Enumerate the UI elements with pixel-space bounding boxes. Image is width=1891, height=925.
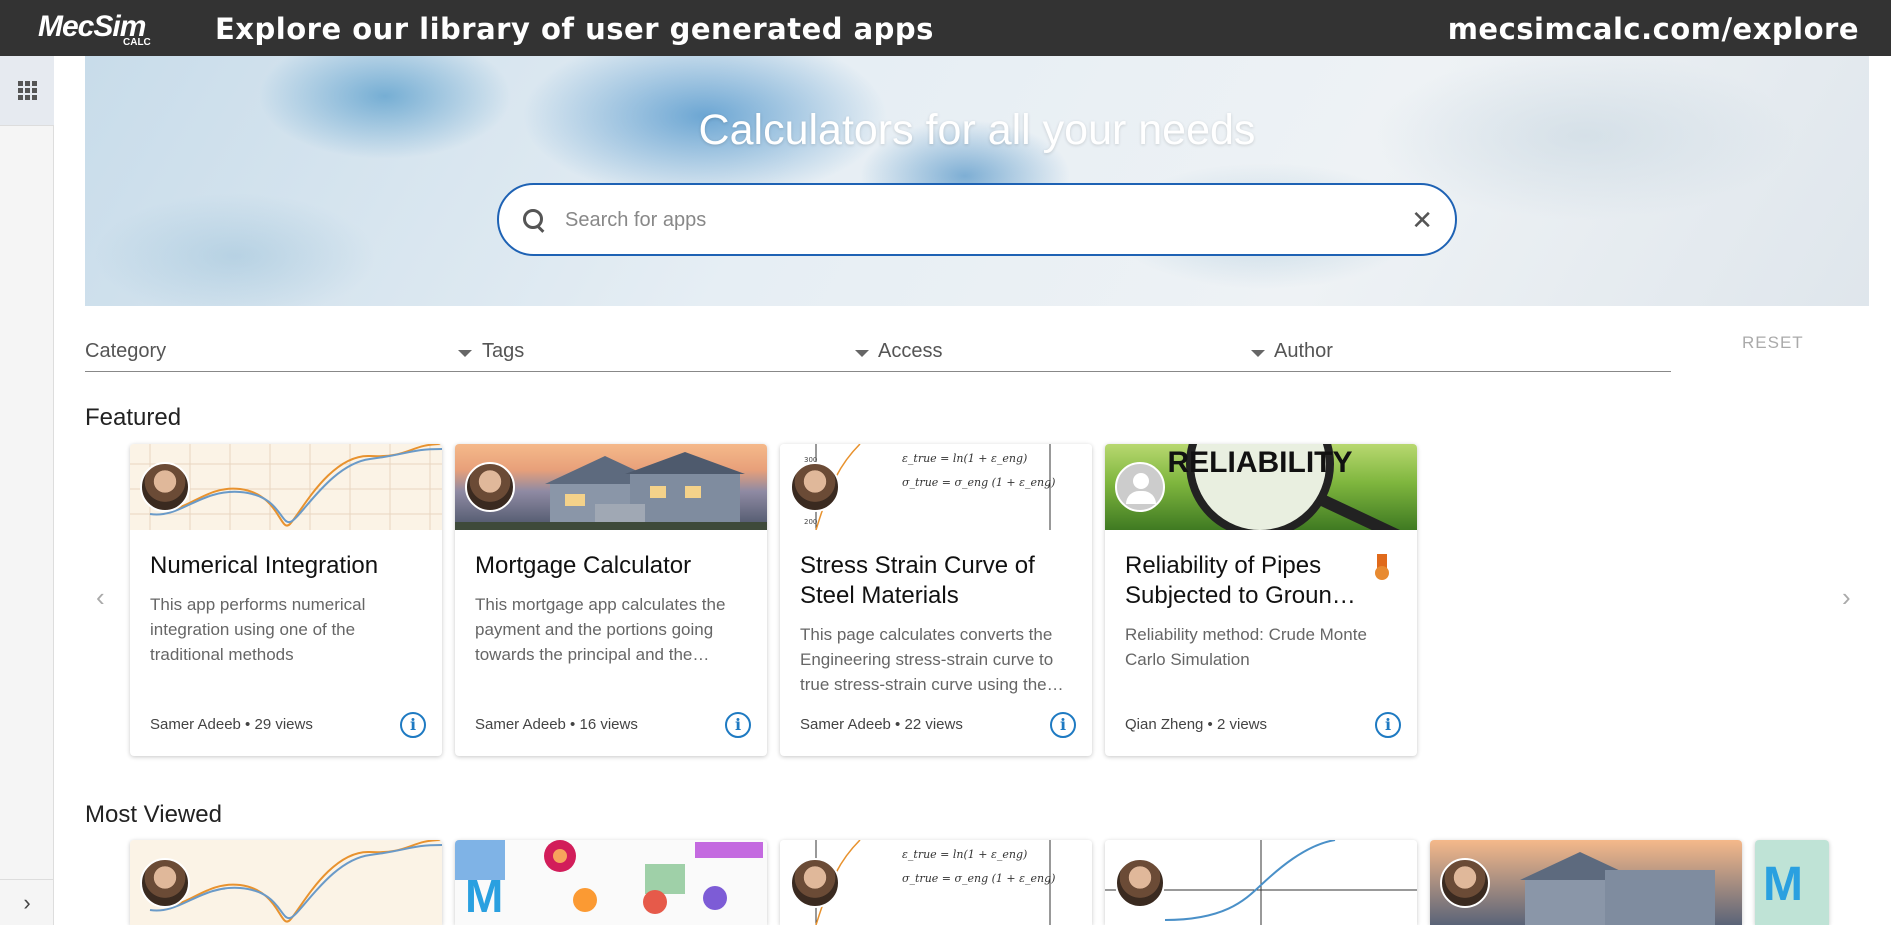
author-avatar [1440,858,1490,908]
card-title: Reliability of Pipes Subjected to Groun… [1125,552,1356,609]
app-card[interactable]: Numerical Integration This app performs … [130,444,442,756]
award-badge-icon [1375,554,1389,580]
equation-text: ε_true = ln(1 + ε_eng) [902,452,1027,465]
carousel-next-icon[interactable]: › [1842,582,1851,613]
most-viewed-heading: Most Viewed [85,801,222,828]
author-avatar [465,462,515,512]
most-viewed-card[interactable] [1430,840,1742,925]
reset-button[interactable]: RESET [1742,333,1804,353]
most-viewed-card[interactable]: ε_true = ln(1 + ε_eng) σ_true = σ_eng (1… [780,840,1092,925]
most-viewed-card[interactable]: M [1755,840,1829,925]
info-icon[interactable]: i [1050,712,1076,738]
app-card[interactable]: 300 200 ε_true = ln(1 + ε_eng) σ_true = … [780,444,1092,756]
author-filter[interactable]: Author [1274,340,1333,363]
card-description: Reliability method: Crude Monte Carlo Si… [1125,625,1367,669]
filter-bar: Category Tags Access Author [85,336,1671,372]
grid-icon [17,81,37,100]
card-meta: Samer Adeeb • 16 views [475,716,638,733]
equation-text: σ_true = σ_eng (1 + ε_eng) [902,476,1055,489]
author-avatar [140,858,190,908]
card-thumbnail [130,444,442,530]
thumbnail-word: RELIABILITY [1168,446,1353,479]
top-banner: MecSim CALC Explore our library of user … [0,0,1891,56]
sidebar: › [0,56,54,925]
logo-subtext: CALC [123,37,151,48]
card-title: Stress Strain Curve of Steel Materials [800,552,1035,609]
author-avatar-placeholder [1115,462,1165,512]
apps-grid-button[interactable] [0,56,54,126]
author-avatar [790,858,840,908]
card-thumbnail: 300 200 ε_true = ln(1 + ε_eng) σ_true = … [780,444,1092,530]
card-thumbnail [455,444,767,530]
app-card[interactable]: RELIABILITY Reliability of Pipes Subject… [1105,444,1417,756]
featured-heading: Featured [85,404,182,431]
info-icon[interactable]: i [725,712,751,738]
axis-tick-label: 200 [804,518,817,526]
card-title: Numerical Integration [150,552,379,579]
author-avatar [1115,858,1165,908]
card-thumbnail: RELIABILITY [1105,444,1417,530]
expand-sidebar-button[interactable]: › [0,879,54,925]
hero-banner: Calculators for all your needs ✕ [85,56,1869,306]
info-icon[interactable]: i [1375,712,1401,738]
card-description: This mortgage app calculates the payment… [475,595,726,664]
card-meta: Samer Adeeb • 22 views [800,716,963,733]
app-card[interactable]: Mortgage Calculator This mortgage app ca… [455,444,767,756]
search-input[interactable] [565,205,1365,235]
equation-text: ε_true = ln(1 + ε_eng) [902,848,1027,861]
tags-dropdown-icon[interactable] [855,350,869,357]
card-description: This app performs numerical integration … [150,595,366,664]
access-dropdown-icon[interactable] [1251,350,1265,357]
category-filter[interactable]: Category [85,340,166,363]
chevron-right-icon: › [23,889,31,915]
access-filter[interactable]: Access [878,340,942,363]
banner-headline: Explore our library of user generated ap… [215,12,934,46]
search-bar[interactable]: ✕ [497,183,1457,256]
hero-title: Calculators for all your needs [698,106,1256,154]
svg-text:M: M [465,870,503,922]
equation-text: σ_true = σ_eng (1 + ε_eng) [902,872,1055,885]
most-viewed-card[interactable]: M [455,840,767,925]
author-avatar [790,462,840,512]
card-meta: Qian Zheng • 2 views [1125,716,1267,733]
author-avatar [140,462,190,512]
category-dropdown-icon[interactable] [458,350,472,357]
card-title: Mortgage Calculator [475,552,692,579]
carousel-prev-icon[interactable]: ‹ [96,582,105,613]
tags-filter[interactable]: Tags [482,340,524,363]
card-meta: Samer Adeeb • 29 views [150,716,313,733]
svg-text:M: M [1763,858,1803,911]
most-viewed-card[interactable] [130,840,442,925]
mecsimcalc-logo[interactable]: MecSim CALC [38,8,158,48]
info-icon[interactable]: i [400,712,426,738]
most-viewed-card[interactable] [1105,840,1417,925]
card-description: This page calculates converts the Engine… [800,625,1064,694]
banner-url: mecsimcalc.com/explore [1447,12,1859,46]
search-icon [521,207,547,233]
clear-search-icon[interactable]: ✕ [1411,205,1433,235]
